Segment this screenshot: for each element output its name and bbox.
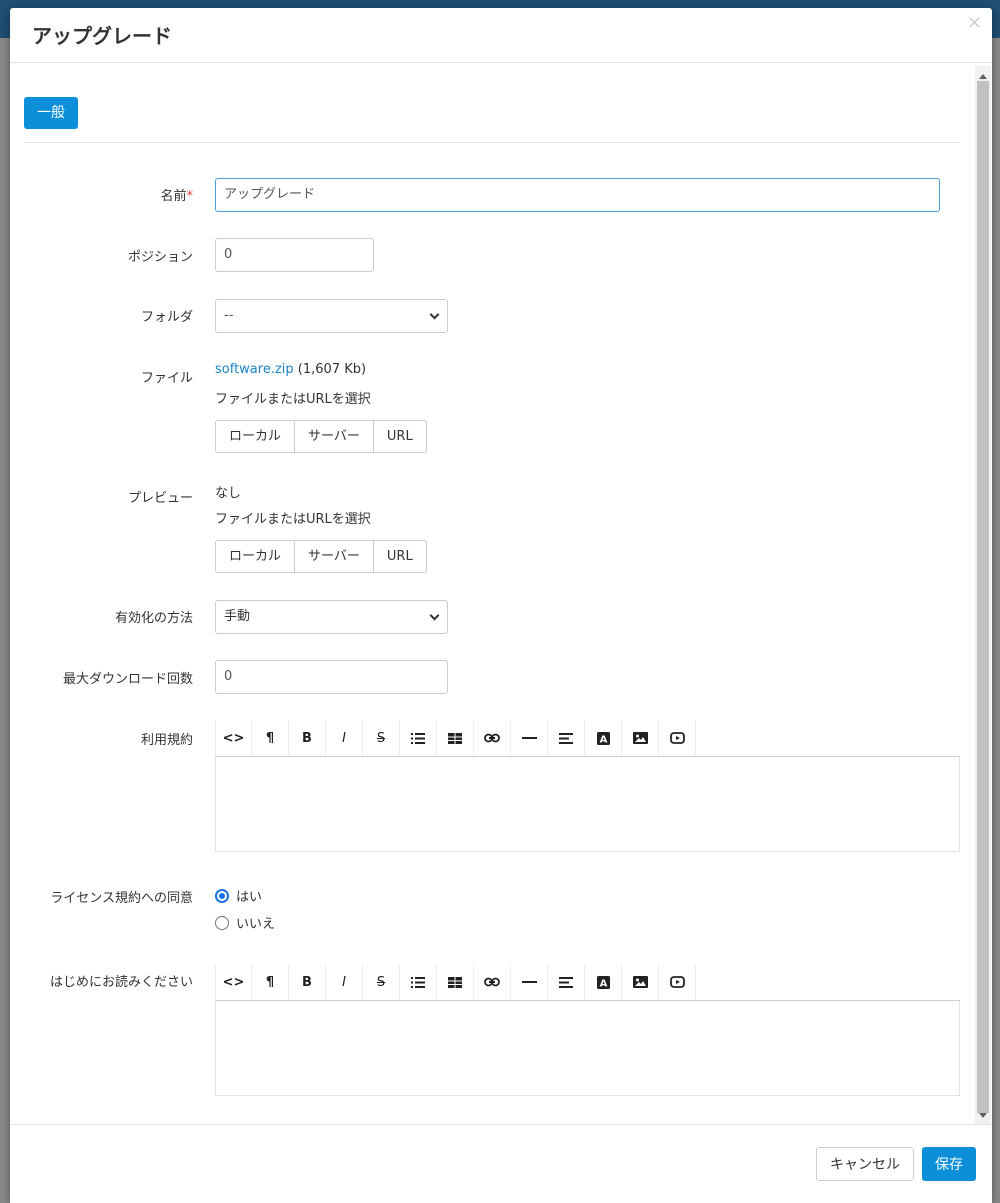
preview-value: なし: [215, 486, 242, 501]
radio-checked-icon: [215, 888, 229, 903]
terms-editor: <> ¶ B I S A: [215, 720, 960, 852]
file-info: software.zip (1,607 Kb): [215, 362, 366, 377]
link-icon[interactable]: [474, 720, 511, 756]
italic-icon[interactable]: I: [326, 720, 363, 756]
scroll-down-icon[interactable]: [979, 1113, 987, 1118]
bullet-list-icon[interactable]: [400, 720, 437, 756]
italic-icon[interactable]: I: [326, 964, 363, 1000]
bold-icon[interactable]: B: [289, 964, 326, 1000]
terms-toolbar: <> ¶ B I S A: [215, 720, 960, 757]
align-icon[interactable]: [548, 964, 585, 1000]
image-icon[interactable]: [622, 720, 659, 756]
code-view-icon[interactable]: <>: [215, 720, 252, 756]
cancel-button[interactable]: キャンセル: [816, 1147, 914, 1181]
bold-icon[interactable]: B: [289, 720, 326, 756]
video-icon[interactable]: [659, 720, 696, 756]
scroll-up-icon[interactable]: [979, 74, 987, 79]
tab-divider: [24, 142, 960, 143]
license-no-radio[interactable]: いいえ: [215, 913, 275, 932]
required-asterisk: *: [186, 189, 194, 204]
close-icon[interactable]: ×: [967, 14, 982, 32]
paragraph-icon[interactable]: ¶: [252, 720, 289, 756]
upgrade-modal: アップグレード × 一般 名前* アップグレード ポジション 0 フォルダ --…: [10, 8, 992, 1203]
terms-label: 利用規約: [140, 733, 193, 748]
file-server-button[interactable]: サーバー: [295, 421, 374, 452]
file-size: (1,607 Kb): [297, 362, 367, 377]
license-no-label: いいえ: [236, 917, 276, 932]
table-icon[interactable]: [437, 720, 474, 756]
image-icon[interactable]: [622, 964, 659, 1000]
activation-selected-value: 手動: [224, 609, 251, 624]
license-yes-radio[interactable]: はい: [215, 886, 262, 905]
strikethrough-icon[interactable]: S: [363, 720, 400, 756]
svg-text:A: A: [599, 978, 607, 989]
strikethrough-icon[interactable]: S: [363, 964, 400, 1000]
max-downloads-label: 最大ダウンロード回数: [62, 672, 193, 687]
file-local-button[interactable]: ローカル: [216, 421, 296, 452]
font-color-icon[interactable]: A: [585, 720, 622, 756]
font-color-icon[interactable]: A: [585, 964, 622, 1000]
video-icon[interactable]: [659, 964, 696, 1000]
modal-scrollbar[interactable]: [975, 66, 991, 1124]
code-view-icon[interactable]: <>: [215, 964, 252, 1000]
preview-server-button[interactable]: サーバー: [295, 541, 374, 572]
chevron-down-icon: [429, 309, 440, 320]
link-icon[interactable]: [474, 964, 511, 1000]
position-input[interactable]: 0: [215, 238, 374, 272]
max-downloads-input[interactable]: 0: [215, 660, 448, 694]
name-label-text: 名前: [160, 189, 187, 204]
license-yes-label: はい: [236, 890, 263, 905]
readme-text-area[interactable]: [215, 1001, 960, 1096]
activation-select[interactable]: 手動: [215, 600, 448, 634]
file-label: ファイル: [140, 371, 193, 386]
paragraph-icon[interactable]: ¶: [252, 964, 289, 1000]
save-button[interactable]: 保存: [922, 1147, 976, 1181]
folder-label: フォルダ: [140, 310, 193, 325]
name-input[interactable]: アップグレード: [215, 178, 940, 212]
position-label: ポジション: [127, 250, 193, 265]
readme-editor: <> ¶ B I S A: [215, 964, 960, 1096]
file-url-button[interactable]: URL: [373, 421, 426, 452]
preview-hint: ファイルまたはURLを選択: [215, 512, 371, 527]
preview-local-button[interactable]: ローカル: [216, 541, 296, 572]
file-hint: ファイルまたはURLを選択: [215, 392, 371, 407]
chevron-down-icon: [429, 610, 440, 621]
activation-label: 有効化の方法: [114, 611, 193, 626]
readme-toolbar: <> ¶ B I S A: [215, 964, 960, 1001]
align-icon[interactable]: [548, 720, 585, 756]
modal-title: アップグレード: [32, 24, 172, 48]
modal-header: アップグレード ×: [10, 8, 992, 63]
radio-unchecked-icon: [215, 915, 229, 930]
tab-general[interactable]: 一般: [24, 97, 78, 129]
terms-text-area[interactable]: [215, 757, 960, 852]
folder-select[interactable]: --: [215, 299, 448, 333]
horizontal-rule-icon[interactable]: [511, 964, 548, 1000]
preview-url-button[interactable]: URL: [373, 541, 426, 572]
scroll-thumb[interactable]: [977, 81, 989, 1113]
preview-source-buttons: ローカル サーバー URL: [215, 540, 427, 573]
svg-text:A: A: [599, 734, 607, 745]
license-agreement-label: ライセンス規約への同意: [50, 891, 193, 906]
name-label: 名前*: [10, 185, 193, 204]
file-link[interactable]: software.zip: [215, 362, 294, 377]
bullet-list-icon[interactable]: [400, 964, 437, 1000]
horizontal-rule-icon[interactable]: [511, 720, 548, 756]
table-icon[interactable]: [437, 964, 474, 1000]
file-source-buttons: ローカル サーバー URL: [215, 420, 427, 453]
modal-body: 一般 名前* アップグレード ポジション 0 フォルダ -- ファイル soft…: [10, 64, 978, 1124]
readme-label: はじめにお読みください: [49, 975, 193, 990]
preview-label: プレビュー: [127, 491, 193, 506]
modal-footer: キャンセル 保存: [10, 1124, 992, 1203]
folder-selected-value: --: [224, 308, 234, 323]
